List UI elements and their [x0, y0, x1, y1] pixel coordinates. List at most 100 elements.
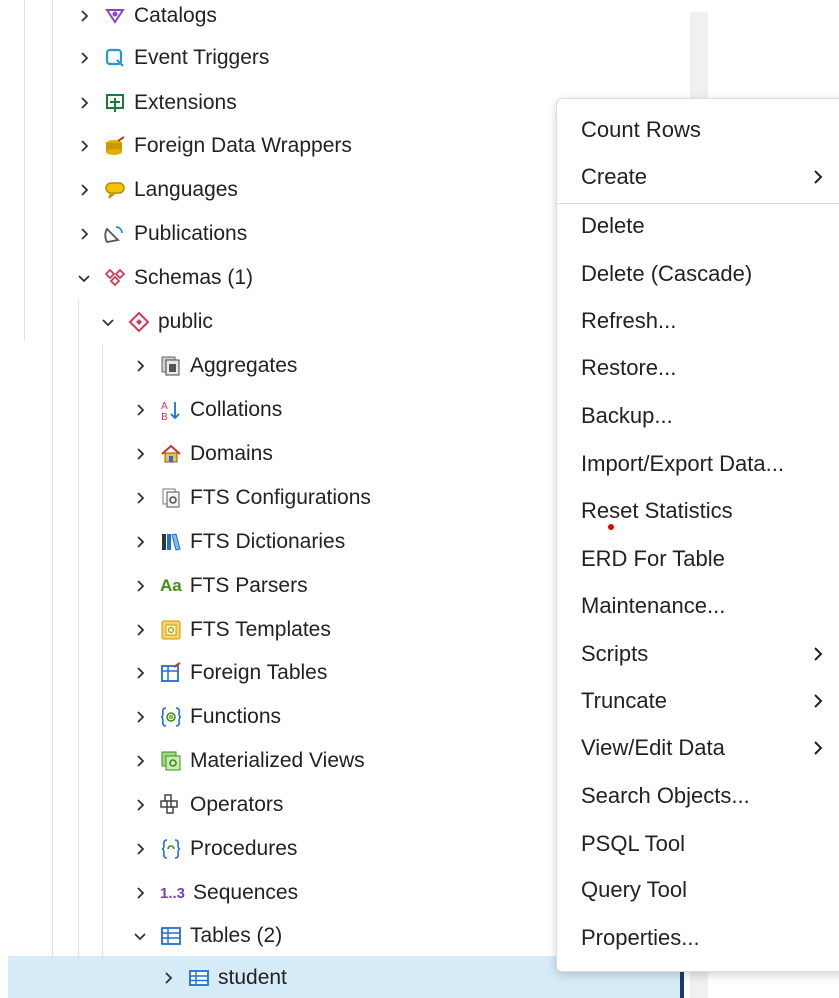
tree-item-fts-configurations[interactable]: FTS Configurations: [128, 478, 371, 518]
tree-item-aggregates[interactable]: Aggregates: [128, 346, 297, 386]
chevron-right-icon[interactable]: [128, 793, 152, 817]
tree-item-extensions[interactable]: Extensions: [72, 83, 237, 123]
tree-item-label: Sequences: [193, 881, 299, 904]
chevron-right-icon[interactable]: [128, 705, 152, 729]
menu-item-search-objects[interactable]: Search Objects...: [557, 773, 839, 819]
tree-item-label: Publications: [134, 222, 248, 245]
tree-item-label: Collations: [190, 398, 283, 421]
menu-item-label: Delete: [581, 213, 645, 238]
menu-item-view-edit-data[interactable]: View/Edit Data: [557, 725, 839, 771]
sequences-icon: 1..3: [160, 884, 186, 902]
tree-item-label: Catalogs: [134, 4, 217, 27]
tree-item-collations[interactable]: AB Collations: [128, 390, 282, 430]
chevron-right-icon[interactable]: [128, 749, 152, 773]
menu-item-label: Refresh...: [581, 308, 677, 333]
cursor-dot: [608, 524, 614, 530]
menu-item-label: Delete (Cascade): [581, 261, 753, 286]
catalogs-icon: [104, 5, 126, 27]
tree-item-label: FTS Configurations: [190, 486, 371, 509]
tree-item-label: public: [158, 310, 213, 333]
menu-item-label: Scripts: [581, 641, 649, 666]
chevron-right-icon[interactable]: [128, 881, 152, 905]
chevron-down-icon[interactable]: [72, 266, 96, 290]
tree-item-student[interactable]: student: [156, 958, 287, 998]
tree-item-event-triggers[interactable]: Event Triggers: [72, 38, 269, 78]
tree-item-sequences[interactable]: 1..3 Sequences: [128, 873, 298, 913]
chevron-right-icon: [814, 694, 823, 708]
tree-item-label: Languages: [134, 178, 238, 201]
menu-item-maintenance[interactable]: Maintenance...: [557, 583, 839, 629]
tables-icon: [160, 925, 182, 947]
tree-item-foreign-tables[interactable]: Foreign Tables: [128, 653, 327, 693]
menu-item-label: Restore...: [581, 355, 677, 380]
menu-item-label: Import/Export Data...: [581, 451, 784, 476]
menu-item-query-tool[interactable]: Query Tool: [557, 867, 839, 913]
menu-item-delete-cascade[interactable]: Delete (Cascade): [557, 251, 839, 297]
tree-item-publications[interactable]: Publications: [72, 214, 247, 254]
menu-item-count-rows[interactable]: Count Rows: [557, 107, 839, 153]
menu-item-scripts[interactable]: Scripts: [557, 631, 839, 677]
menu-item-label: Maintenance...: [581, 593, 726, 618]
chevron-down-icon[interactable]: [96, 310, 120, 334]
chevron-right-icon[interactable]: [128, 661, 152, 685]
menu-item-erd-for-table[interactable]: ERD For Table: [557, 536, 839, 582]
tree-item-materialized-views[interactable]: Materialized Views: [128, 741, 365, 781]
schema-public-icon: [128, 311, 150, 333]
tree-item-tables[interactable]: Tables (2): [128, 916, 282, 956]
menu-item-import-export-data[interactable]: Import/Export Data...: [557, 441, 839, 487]
menu-item-restore[interactable]: Restore...: [557, 345, 839, 391]
table-icon: [188, 967, 210, 989]
tree-item-fts-dictionaries[interactable]: FTS Dictionaries: [128, 522, 345, 562]
chevron-down-icon[interactable]: [128, 924, 152, 948]
tree-item-catalogs[interactable]: Catalogs: [72, 0, 217, 36]
menu-item-truncate[interactable]: Truncate: [557, 678, 839, 724]
chevron-right-icon[interactable]: [72, 46, 96, 70]
menu-item-backup[interactable]: Backup...: [557, 393, 839, 439]
menu-item-label: Count Rows: [581, 117, 701, 142]
materialized-views-icon: [160, 750, 182, 772]
chevron-right-icon[interactable]: [128, 618, 152, 642]
menu-item-properties[interactable]: Properties...: [557, 915, 839, 961]
tree-item-domains[interactable]: Domains: [128, 434, 273, 474]
chevron-right-icon[interactable]: [72, 178, 96, 202]
chevron-right-icon[interactable]: [72, 4, 96, 28]
menu-item-psql-tool[interactable]: PSQL Tool: [557, 821, 839, 867]
menu-item-reset-statistics[interactable]: Reset Statistics: [557, 488, 839, 534]
chevron-right-icon[interactable]: [128, 574, 152, 598]
event-triggers-icon: [104, 47, 126, 69]
tree-item-foreign-data-wrappers[interactable]: Foreign Data Wrappers: [72, 126, 352, 166]
chevron-right-icon[interactable]: [128, 398, 152, 422]
procedures-icon: [160, 838, 182, 860]
tree-item-label: Foreign Tables: [190, 661, 328, 684]
tree-item-label: Foreign Data Wrappers: [134, 134, 352, 157]
tree-item-public[interactable]: public: [96, 302, 213, 342]
tree-item-fts-parsers[interactable]: Aa FTS Parsers: [128, 566, 308, 606]
tree-guide-line: [24, 0, 25, 340]
tree-item-label: Event Triggers: [134, 46, 270, 69]
chevron-right-icon[interactable]: [72, 222, 96, 246]
tree-item-label: Domains: [190, 442, 273, 465]
chevron-right-icon[interactable]: [128, 837, 152, 861]
chevron-right-icon[interactable]: [128, 486, 152, 510]
chevron-right-icon[interactable]: [72, 134, 96, 158]
tree-item-label: FTS Templates: [190, 618, 331, 641]
chevron-right-icon[interactable]: [128, 354, 152, 378]
tree-item-procedures[interactable]: Procedures: [128, 829, 297, 869]
tree-item-functions[interactable]: Functions: [128, 697, 281, 737]
tree-item-fts-templates[interactable]: FTS Templates: [128, 610, 331, 650]
menu-item-refresh[interactable]: Refresh...: [557, 298, 839, 344]
menu-item-delete[interactable]: Delete: [557, 203, 839, 249]
chevron-right-icon[interactable]: [128, 442, 152, 466]
tree-item-schemas[interactable]: Schemas (1): [72, 258, 253, 298]
chevron-right-icon[interactable]: [128, 530, 152, 554]
tree-item-label: Functions: [190, 705, 282, 728]
operators-icon: [160, 794, 182, 816]
tree-item-operators[interactable]: Operators: [128, 785, 283, 825]
tree-item-languages[interactable]: Languages: [72, 170, 238, 210]
chevron-right-icon: [814, 170, 823, 184]
chevron-right-icon[interactable]: [72, 91, 96, 115]
aggregates-icon: [160, 355, 182, 377]
chevron-right-icon[interactable]: [156, 966, 180, 990]
tree-item-label: FTS Dictionaries: [190, 530, 346, 553]
menu-item-create[interactable]: Create: [557, 154, 839, 200]
